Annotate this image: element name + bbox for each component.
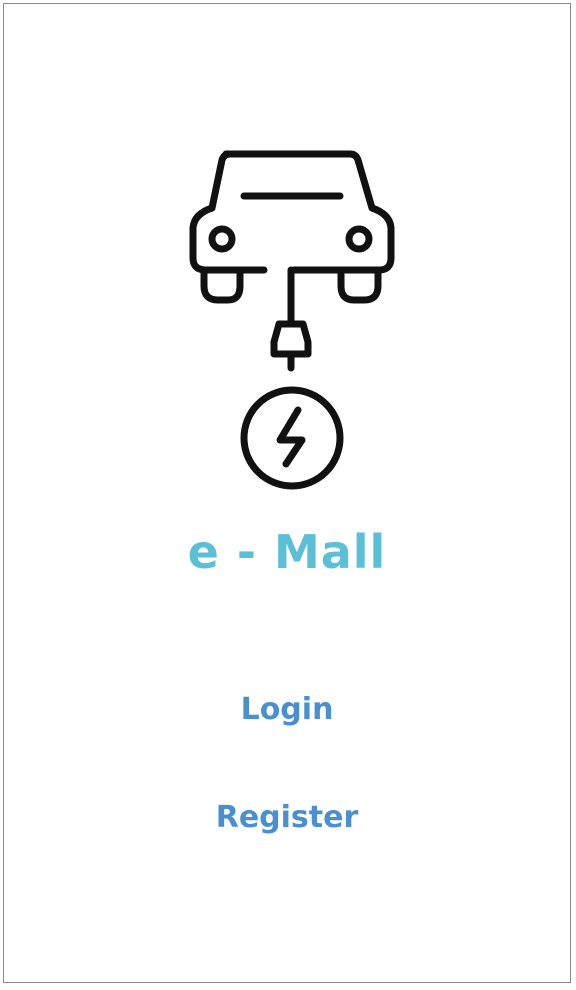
app-screen: e - Mall Login Register xyxy=(3,3,571,983)
register-button[interactable]: Register xyxy=(4,798,570,838)
ev-car-charging-icon xyxy=(186,146,400,494)
app-title: e - Mall xyxy=(187,525,387,579)
login-button[interactable]: Login xyxy=(4,690,570,730)
